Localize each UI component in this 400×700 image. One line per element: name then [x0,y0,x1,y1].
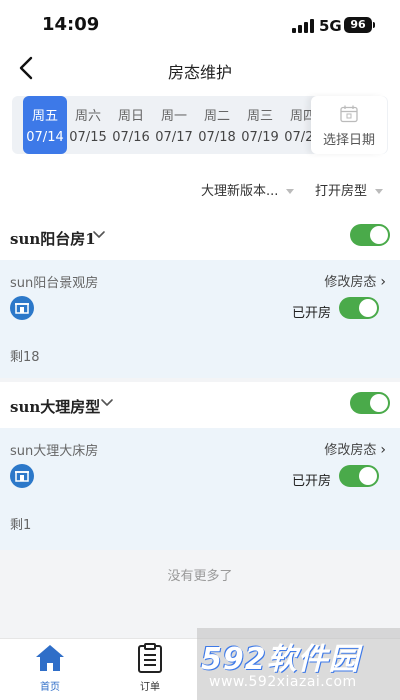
date-date: 07/14 [26,130,64,145]
tab-home-label: 首页 [40,682,60,693]
battery-tip [373,22,375,28]
date-date: 07/18 [198,130,236,145]
date-date: 07/15 [69,130,107,145]
date-date: 07/16 [112,130,150,145]
caret-down-icon [375,189,384,194]
date-weekday: 周五 [31,109,58,124]
group-enable-toggle[interactable] [350,224,390,246]
chevron-down-icon[interactable] [92,230,106,240]
date-date: 07/19 [241,130,279,145]
room-group-title: sun大理房型 [10,398,101,416]
hotel-filter-label: 大理新版本... [201,184,279,199]
date-weekday: 周三 [246,109,273,124]
edit-room-status-link[interactable]: 修改房态 › [324,439,386,458]
room-card: sun阳台景观房 修改房态 › 已开房 剩18 [0,260,400,378]
hotel-filter-dropdown[interactable]: 大理新版本... [201,180,295,199]
date-weekday: 周六 [74,109,101,124]
date-item-0715[interactable]: 周六 07/15 [66,96,110,154]
date-date: 07/17 [155,130,193,145]
battery-icon: 96 [344,17,372,33]
room-group-title: sun阳台房1 [10,230,96,248]
status-bar: 14:09 5G 96 [0,0,400,50]
room-open-label: 已开房 [292,306,332,321]
room-group-header: sun大理房型 [0,382,400,428]
tab-orders[interactable]: 订单 [120,643,180,693]
room-name: sun大理大床房 [10,444,99,459]
edit-room-status-label: 修改房态 [324,275,377,290]
remaining-count: 剩1 [10,518,32,533]
tab-home[interactable]: 首页 [20,643,80,693]
filter-row: 大理新版本... 打开房型 [0,162,400,214]
tab-orders-label: 订单 [140,682,160,693]
room-store-icon [10,296,34,320]
chevron-right-icon: › [380,442,386,458]
chevron-right-icon: › [380,274,386,290]
date-weekday: 周日 [117,109,144,124]
home-icon [36,645,64,671]
date-item-0717[interactable]: 周一 07/17 [152,96,196,154]
date-weekday: 周二 [203,109,230,124]
date-item-0718[interactable]: 周二 07/18 [195,96,239,154]
status-time: 14:09 [42,14,100,35]
edit-room-status-label: 修改房态 [324,443,377,458]
room-name: sun阳台景观房 [10,276,99,291]
room-open-label: 已开房 [292,474,332,489]
room-open-toggle[interactable] [339,465,379,487]
network-label: 5G [319,17,342,35]
room-card: sun大理大床房 修改房态 › 已开房 剩1 [0,428,400,550]
nav-bar: 房态维护 [0,50,400,90]
remaining-count: 剩18 [10,350,40,365]
page-title: 房态维护 [167,63,232,82]
date-picker-label: 选择日期 [322,133,375,148]
date-item-0719[interactable]: 周三 07/19 [238,96,282,154]
watermark-url: www.592xiazai.com [209,674,357,690]
room-store-icon [10,464,34,488]
room-type-filter-dropdown[interactable]: 打开房型 [315,180,384,199]
calendar-icon [340,105,358,123]
site-watermark: 592软件园 www.592xiazai.com [197,628,400,700]
watermark-brand: 592软件园 [201,634,360,678]
room-open-toggle[interactable] [339,297,379,319]
caret-down-icon [286,189,295,194]
date-picker-button[interactable]: 选择日期 [311,96,387,154]
date-weekday: 周一 [160,109,187,124]
clipboard-icon [138,643,162,673]
date-item-0714[interactable]: 周五 07/14 [23,96,67,154]
edit-room-status-link[interactable]: 修改房态 › [324,271,386,290]
chevron-down-icon[interactable] [100,398,114,408]
watermark-brand-num: 592 [201,642,267,677]
group-enable-toggle[interactable] [350,392,390,414]
room-type-filter-label: 打开房型 [315,184,368,199]
signal-icon [292,19,314,33]
list-end-text: 没有更多了 [167,569,233,584]
room-group-header: sun阳台房1 [0,214,400,260]
watermark-brand-cn: 软件园 [266,642,360,677]
date-item-0716[interactable]: 周日 07/16 [109,96,153,154]
